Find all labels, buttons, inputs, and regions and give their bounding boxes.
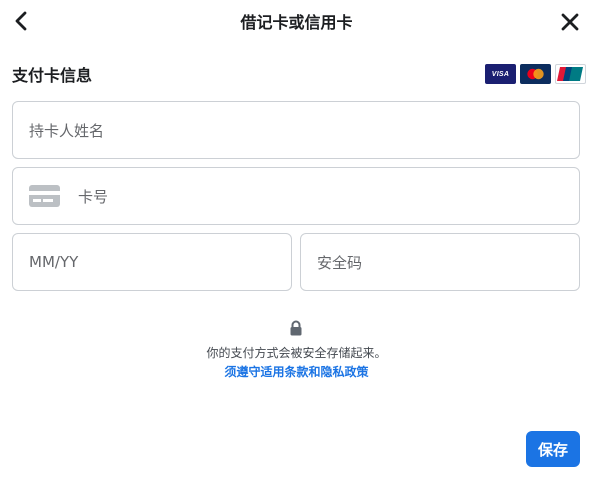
secure-storage-text: 你的支付方式会被安全存储起来。: [206, 346, 387, 360]
close-button[interactable]: [559, 11, 581, 33]
card-logos: VISA: [485, 64, 586, 84]
save-button[interactable]: 保存: [526, 431, 580, 467]
cardholder-name-placeholder: 持卡人姓名: [29, 121, 105, 140]
page-title: 借记卡或信用卡: [240, 13, 353, 32]
lock-icon: [289, 320, 303, 336]
visa-icon: VISA: [485, 64, 516, 84]
security-code-placeholder: 安全码: [317, 253, 363, 272]
close-icon[interactable]: [559, 11, 581, 33]
header: 借记卡或信用卡: [0, 0, 593, 44]
expiry-date-field[interactable]: MM/YY: [12, 233, 292, 291]
card-number-field[interactable]: 卡号: [12, 167, 580, 225]
security-code-field[interactable]: 安全码: [300, 233, 580, 291]
section-title: 支付卡信息: [12, 66, 93, 85]
card-number-placeholder: 卡号: [78, 187, 109, 206]
cardholder-name-field[interactable]: 持卡人姓名: [12, 101, 580, 159]
terms-privacy-link[interactable]: 须遵守适用条款和隐私政策: [0, 363, 593, 380]
expiry-date-placeholder: MM/YY: [29, 253, 79, 271]
visa-logo-text: VISA: [491, 70, 510, 78]
credit-card-icon: [29, 185, 60, 207]
unionpay-icon: [555, 64, 586, 84]
mastercard-icon: [520, 64, 551, 84]
